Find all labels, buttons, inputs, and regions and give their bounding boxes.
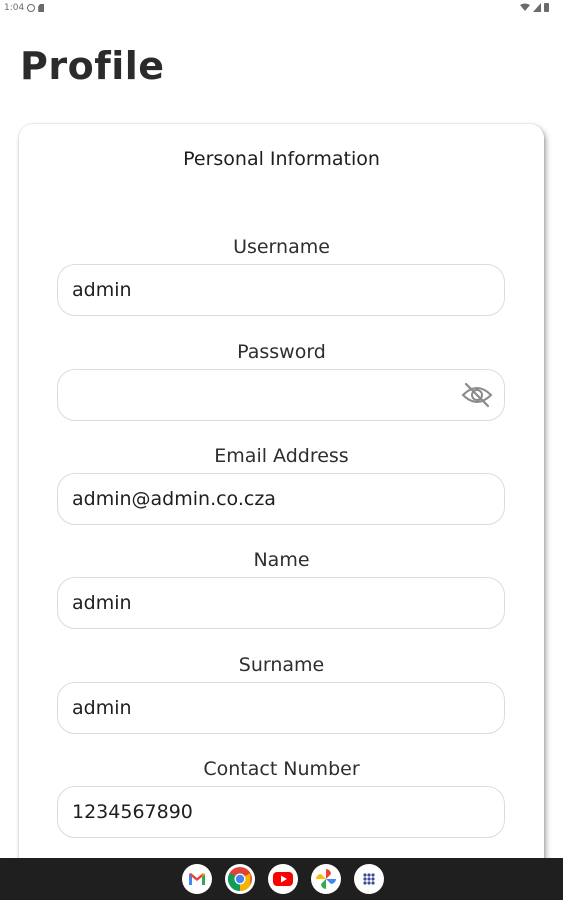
surname-label: Surname	[238, 654, 325, 676]
taskbar	[0, 858, 563, 900]
password-field[interactable]	[57, 369, 505, 421]
app-drawer-icon[interactable]	[354, 864, 384, 894]
username-field[interactable]: admin	[57, 264, 505, 316]
email-field[interactable]: admin@admin.co.cza	[57, 473, 505, 525]
contact-number-value: 1234567890	[72, 801, 193, 823]
sync-icon	[27, 4, 36, 12]
name-value: admin	[72, 592, 132, 614]
chrome-icon[interactable]	[225, 864, 255, 894]
eye-off-icon[interactable]	[460, 382, 494, 408]
battery-icon	[544, 3, 549, 12]
contact-number-field[interactable]: 1234567890	[57, 786, 505, 838]
name-label: Name	[253, 549, 310, 571]
surname-value: admin	[72, 697, 132, 719]
status-time: 1:04	[4, 3, 25, 13]
name-field[interactable]: admin	[57, 577, 505, 629]
surname-field[interactable]: admin	[57, 682, 505, 734]
email-label: Email Address	[214, 445, 349, 467]
sim-card-icon	[38, 4, 45, 12]
password-label: Password	[237, 341, 326, 363]
status-bar: 1:04	[0, 0, 563, 18]
app-dock	[182, 864, 384, 894]
email-value: admin@admin.co.cza	[72, 488, 276, 510]
gmail-icon[interactable]	[182, 864, 212, 894]
photos-icon[interactable]	[311, 864, 341, 894]
signal-icon	[533, 3, 541, 12]
page-title: Profile	[20, 44, 165, 88]
contact-number-label: Contact Number	[203, 758, 360, 780]
card-title: Personal Information	[183, 148, 380, 170]
wifi-icon	[520, 3, 530, 11]
username-value: admin	[72, 279, 132, 301]
youtube-icon[interactable]	[268, 864, 298, 894]
profile-screen: 1:04 Profile Personal Information Userna…	[0, 0, 563, 900]
username-label: Username	[233, 236, 330, 258]
